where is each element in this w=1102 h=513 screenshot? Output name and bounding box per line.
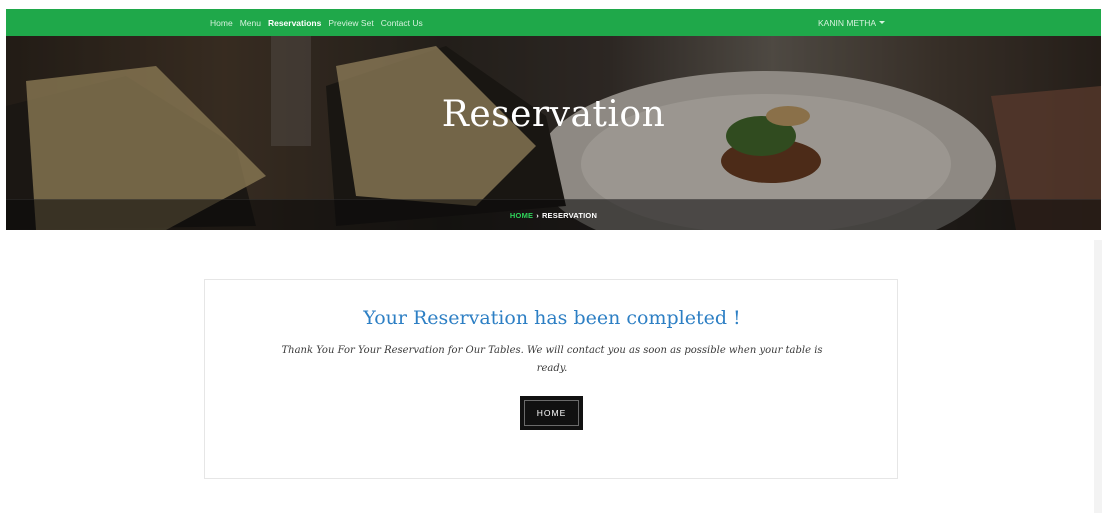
page-scrollbar[interactable] xyxy=(1094,240,1102,513)
breadcrumb: HOME › RESERVATION xyxy=(6,200,1101,230)
nav-link-reservations[interactable]: Reservations xyxy=(268,18,321,28)
nav-link-home[interactable]: Home xyxy=(210,18,233,28)
breadcrumb-separator: › xyxy=(536,211,539,220)
hero-title: Reservation xyxy=(441,94,666,135)
nav-link-contact-us[interactable]: Contact Us xyxy=(381,18,423,28)
hero-banner: Reservation HOME › RESERVATION xyxy=(6,36,1101,230)
nav-link-preview-set[interactable]: Preview Set xyxy=(328,18,373,28)
breadcrumb-current: RESERVATION xyxy=(541,211,598,220)
top-strip xyxy=(0,0,1102,9)
user-menu[interactable]: KANIN METHA xyxy=(818,9,886,36)
breadcrumb-home-link[interactable]: HOME xyxy=(510,211,533,220)
home-button[interactable]: HOME xyxy=(520,396,583,430)
breadcrumb-bar: HOME › RESERVATION xyxy=(6,199,1101,230)
user-name: KANIN METHA xyxy=(818,17,877,28)
confirmation-card: Your Reservation has been completed ! Th… xyxy=(204,279,898,479)
confirmation-message: Thank You For Your Reservation for Our T… xyxy=(281,345,823,374)
home-button-label: HOME xyxy=(536,408,567,418)
top-navbar: Home Menu Reservations Preview Set Conta… xyxy=(6,9,1101,36)
confirmation-title: Your Reservation has been completed ! xyxy=(363,307,741,329)
nav-links: Home Menu Reservations Preview Set Conta… xyxy=(210,9,430,36)
caret-down-icon xyxy=(879,21,886,24)
nav-link-menu[interactable]: Menu xyxy=(240,18,261,28)
